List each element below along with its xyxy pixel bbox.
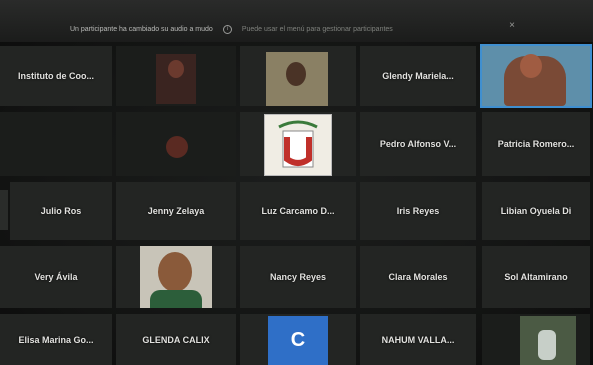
- participant-tile[interactable]: Pedro Alfonso V...: [360, 112, 476, 176]
- participant-tile[interactable]: [116, 112, 236, 176]
- close-icon[interactable]: ×: [506, 20, 518, 32]
- participant-name: Libian Oyuela Di: [500, 206, 572, 216]
- face-icon: [158, 252, 192, 292]
- participant-tile[interactable]: [0, 112, 112, 176]
- face-icon: [168, 60, 184, 78]
- participant-name: Glendy Mariela...: [382, 71, 454, 81]
- participant-tile[interactable]: [240, 46, 356, 106]
- participant-tile[interactable]: Luz Carcamo D...: [240, 182, 356, 240]
- face-icon: [286, 62, 306, 86]
- participant-tile[interactable]: Very Ávila: [0, 246, 112, 308]
- meeting-window: Un participante ha cambiado su audio a m…: [0, 0, 593, 365]
- participant-name: Clara Morales: [388, 272, 448, 282]
- participant-tile[interactable]: GLENDA CALIX: [116, 314, 236, 365]
- screen-edge: [0, 190, 8, 230]
- face-icon: [520, 54, 542, 78]
- organization-logo: [264, 114, 332, 176]
- notice-text: Un participante ha cambiado su audio a m…: [70, 25, 213, 33]
- participant-tile[interactable]: Sol Altamirano: [482, 246, 590, 308]
- participant-name: Patricia Romero...: [497, 139, 575, 149]
- participant-name: Very Ávila: [34, 272, 78, 282]
- participant-tile[interactable]: Instituto de Coo...: [0, 46, 112, 106]
- participant-name: Elisa Marina Go...: [18, 334, 94, 345]
- participant-tile[interactable]: [482, 314, 590, 365]
- participant-tile[interactable]: Julio Ros: [10, 182, 112, 240]
- participant-name: Pedro Alfonso V...: [379, 139, 457, 149]
- avatar-initial: C: [290, 329, 306, 351]
- participant-name: Sol Altamirano: [504, 272, 568, 282]
- participant-tile[interactable]: Patricia Romero...: [482, 112, 590, 176]
- participant-tile[interactable]: Elisa Marina Go...: [0, 314, 112, 365]
- participant-tile[interactable]: NAHUM VALLA...: [360, 314, 476, 365]
- participant-name: Julio Ros: [40, 206, 82, 216]
- participant-tile[interactable]: Iris Reyes: [360, 182, 476, 240]
- participant-grid: Instituto de Coo... Glendy Mariela... Pe…: [0, 42, 593, 365]
- shirt-shape: [150, 290, 202, 308]
- participant-tile[interactable]: [116, 46, 236, 106]
- notification-bar: Un participante ha cambiado su audio a m…: [0, 0, 593, 42]
- participant-tile[interactable]: Nancy Reyes: [240, 246, 356, 308]
- logo-emblem-icon: [278, 120, 318, 168]
- participant-name: GLENDA CALIX: [142, 334, 210, 345]
- participant-tile[interactable]: Glendy Mariela...: [360, 46, 476, 106]
- avatar: C: [268, 316, 328, 365]
- participant-tile[interactable]: Clara Morales: [360, 246, 476, 308]
- info-icon: i: [222, 24, 232, 34]
- participant-name: Jenny Zelaya: [147, 206, 205, 216]
- participant-name: Instituto de Coo...: [18, 71, 94, 81]
- notice-secondary-text: Puede usar el menú para gestionar partic…: [241, 25, 393, 33]
- notification: Un participante ha cambiado su audio a m…: [70, 22, 510, 36]
- participant-tile[interactable]: [116, 246, 236, 308]
- participant-name: Iris Reyes: [396, 206, 440, 216]
- participant-tile[interactable]: Libian Oyuela Di: [482, 182, 590, 240]
- participant-tile[interactable]: C: [240, 314, 356, 365]
- participant-name: NAHUM VALLA...: [381, 334, 455, 345]
- waterfall-shape: [538, 330, 556, 360]
- active-speaker-tile[interactable]: [480, 44, 592, 108]
- participant-name: Nancy Reyes: [269, 272, 327, 282]
- participant-tile[interactable]: Jenny Zelaya: [116, 182, 236, 240]
- participant-tile[interactable]: [240, 112, 356, 176]
- participant-name: Luz Carcamo D...: [261, 206, 335, 216]
- face-icon: [166, 136, 188, 158]
